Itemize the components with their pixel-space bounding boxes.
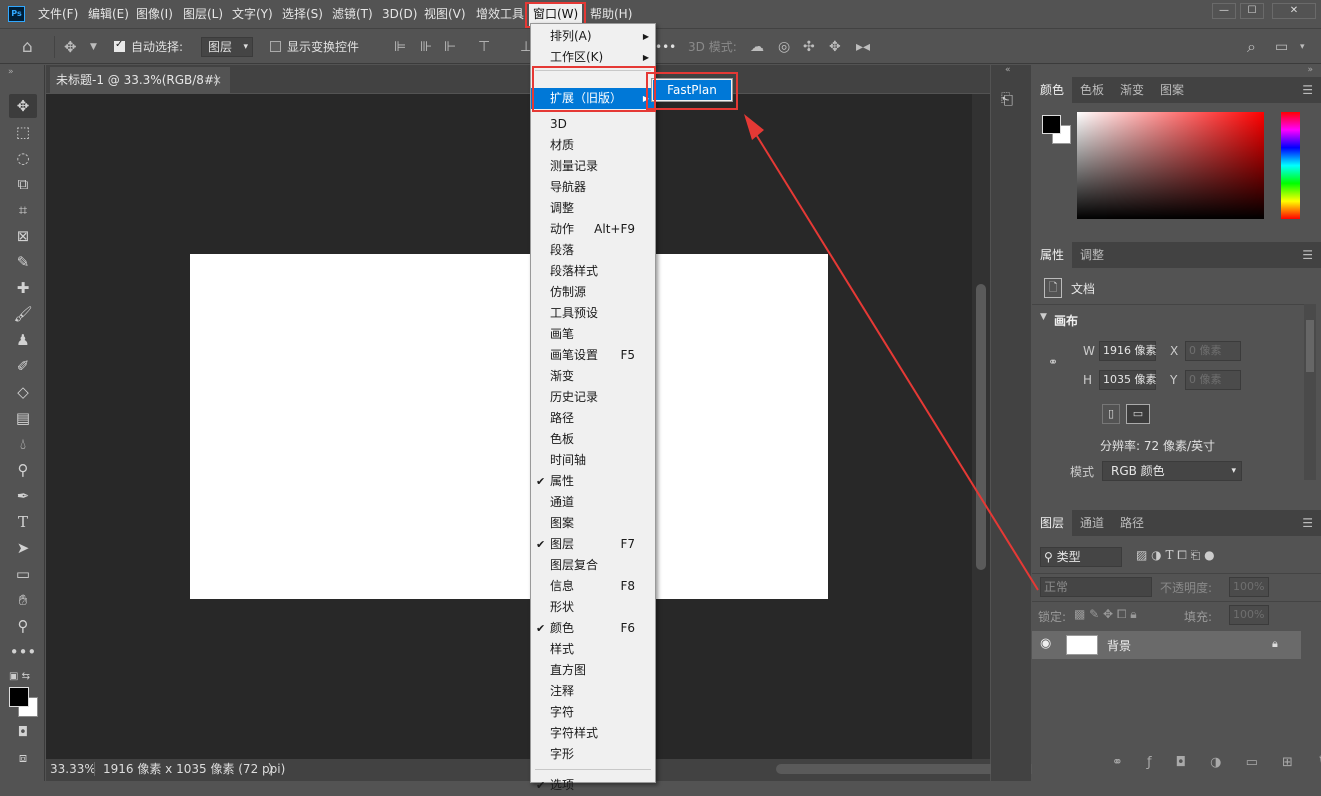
annotation-arrow	[744, 114, 1039, 591]
